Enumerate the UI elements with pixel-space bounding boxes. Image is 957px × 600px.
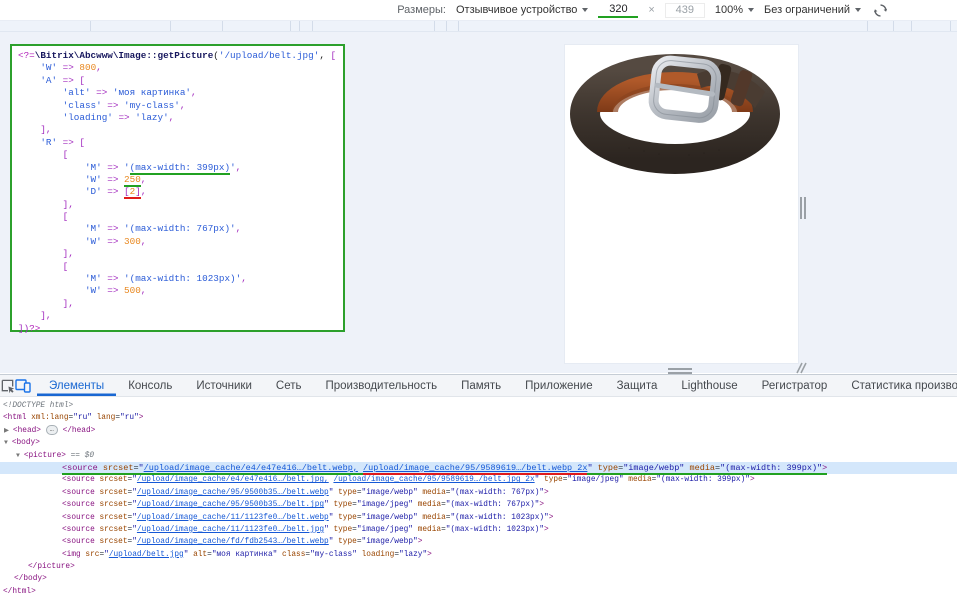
php-code-line: 'alt' => 'моя картинка', xyxy=(62,87,197,99)
php-code-line: 'class' => 'my-class', xyxy=(62,99,186,111)
ruler-divider xyxy=(312,21,313,31)
php-code-line: 'W' => 800, xyxy=(40,62,102,74)
device-type-select[interactable]: Отзывчивое устройство xyxy=(456,4,589,16)
dom-tree-row[interactable]: <source srcset="/upload/image_cache/11/1… xyxy=(0,524,957,536)
dom-tree-row[interactable]: ▶ <head> … </head> xyxy=(0,424,957,437)
tab-label: Приложение xyxy=(525,379,593,392)
devtools-panel: Элементы Консоль Источники Сеть Производител… xyxy=(0,374,957,600)
php-code-line: 'M' => '(max-width: 399px)', xyxy=(84,161,242,175)
tab-performance[interactable]: Производительность xyxy=(313,375,449,396)
chevron-down-icon xyxy=(855,8,861,12)
chevron-down-icon xyxy=(582,8,589,12)
tab-label: Консоль xyxy=(128,379,173,392)
php-code-line: [ xyxy=(62,149,69,161)
tab-lighthouse[interactable]: Lighthouse xyxy=(669,375,749,396)
php-code-line: 'W' => 250, xyxy=(84,173,147,187)
dom-tree-row[interactable]: <!DOCTYPE html> xyxy=(0,400,957,412)
dimensions-times-label: × xyxy=(648,4,655,16)
php-code-line: ], xyxy=(62,248,74,260)
php-code-line: 'loading' => 'lazy', xyxy=(62,111,175,123)
php-code-line: 'M' => '(max-width: 1023px)', xyxy=(84,273,247,285)
dom-tree: <!DOCTYPE html> <html xml:lang="ru" lang=… xyxy=(0,397,957,598)
viewport-height-input[interactable] xyxy=(664,2,705,18)
tab-console[interactable]: Консоль xyxy=(116,375,184,396)
device-emulation-stage: <?=\Bitrix\Abcwww\Image::getPicture('/up… xyxy=(0,32,957,375)
ruler-divider xyxy=(446,21,447,31)
dom-tree-row[interactable]: ▼ <picture> == $0 xyxy=(0,450,957,462)
tab-label: Статистика производительности xyxy=(851,379,957,392)
tab-sources[interactable]: Источники xyxy=(184,375,264,396)
php-code-line: 'A' => [ xyxy=(40,74,85,86)
dom-tree-row[interactable]: </picture> xyxy=(0,561,957,573)
php-code-line: 'M' => '(max-width: 767px)', xyxy=(84,223,242,235)
inspect-element-icon[interactable] xyxy=(0,375,15,396)
device-toolbar: Размеры: Отзывчивое устройство × 100% Бе… xyxy=(0,0,957,20)
ruler-divider xyxy=(222,21,223,31)
ruler-divider xyxy=(434,21,435,31)
dom-tree-row[interactable]: <img src="/upload/belt.jpg" alt="моя кар… xyxy=(0,549,957,561)
tab-performance-stats[interactable]: Статистика производительности xyxy=(839,375,957,396)
ruler-divider xyxy=(290,21,291,31)
dom-tree-row[interactable]: <html xml:lang="ru" lang="ru"> xyxy=(0,412,957,424)
device-toolbar-icon[interactable] xyxy=(15,375,31,396)
tab-network[interactable]: Сеть xyxy=(264,375,314,396)
belt-product-image xyxy=(569,54,780,174)
tab-label: Сеть xyxy=(275,379,302,392)
tab-label: Производительность xyxy=(325,379,438,392)
dom-tree-row[interactable]: <source srcset="/upload/image_cache/fd/f… xyxy=(0,536,957,548)
dimensions-label: Размеры: xyxy=(397,4,446,16)
tab-label: Lighthouse xyxy=(681,379,738,392)
tab-label: Память xyxy=(461,379,502,392)
php-code-line: 'W' => 500, xyxy=(84,285,147,297)
dom-tree-row[interactable]: </html> xyxy=(0,586,957,598)
dom-tree-row[interactable]: <source srcset="/upload/image_cache/e4/e… xyxy=(0,474,957,486)
tab-memory[interactable]: Память xyxy=(449,375,513,396)
php-code-line: ], xyxy=(40,124,52,136)
viewport-resize-handle-right[interactable] xyxy=(800,197,806,219)
php-code-line: ])?> xyxy=(18,322,41,334)
device-viewport[interactable] xyxy=(565,45,798,363)
php-code-line: 'D' => [2], xyxy=(84,186,147,200)
ruler-divider xyxy=(950,21,951,31)
php-code-line: ], xyxy=(62,297,74,309)
php-code-line: ], xyxy=(62,198,74,210)
tab-recorder[interactable]: Регистратор xyxy=(750,375,840,396)
ruler-divider xyxy=(458,21,459,31)
ruler-divider xyxy=(299,21,300,31)
ruler-divider xyxy=(170,21,171,31)
tab-application[interactable]: Приложение xyxy=(513,375,604,396)
ruler-strip xyxy=(0,20,957,32)
devtools-tabbar: Элементы Консоль Источники Сеть Производител… xyxy=(0,375,957,397)
php-code-line: 'R' => [ xyxy=(40,136,85,148)
ruler-divider xyxy=(90,21,91,31)
php-code-line: <?=\Bitrix\Abcwww\Image::getPicture('/up… xyxy=(18,50,337,61)
viewport-width-input[interactable] xyxy=(598,2,639,18)
dom-tree-row[interactable]: <source srcset="/upload/image_cache/95/9… xyxy=(0,499,957,511)
dom-tree-row[interactable]: </body> xyxy=(0,573,957,585)
php-code-line: [ xyxy=(62,211,69,223)
tab-label: Регистратор xyxy=(761,379,828,392)
tab-elements[interactable]: Элементы xyxy=(37,375,116,396)
tab-label: Элементы xyxy=(49,379,105,392)
php-code-line: ], xyxy=(40,310,52,322)
dom-tree-row[interactable]: ▼ <body> xyxy=(0,437,957,449)
tab-security[interactable]: Защита xyxy=(605,375,670,396)
chevron-down-icon xyxy=(748,8,754,12)
dom-tree-row[interactable]: <source srcset="/upload/image_cache/11/1… xyxy=(0,512,957,524)
tab-label: Защита xyxy=(616,379,658,392)
php-code-line: [ xyxy=(62,260,69,272)
ruler-divider xyxy=(893,21,894,31)
devtools-window: { "colors": { "annotation_green": "#21a1… xyxy=(0,0,957,600)
tab-label: Источники xyxy=(196,379,252,392)
zoom-select[interactable]: 100% xyxy=(715,4,754,16)
ruler-divider xyxy=(911,21,912,31)
viewport-resize-handle-corner[interactable] xyxy=(791,361,807,375)
dom-tree-row[interactable]: <source srcset="/upload/image_cache/e4/e… xyxy=(0,461,957,475)
throttling-select[interactable]: Без ограничений xyxy=(764,4,861,16)
php-code-snippet: <?=\Bitrix\Abcwww\Image::getPicture('/up… xyxy=(10,44,345,334)
dom-tree-row[interactable]: <source srcset="/upload/image_cache/95/9… xyxy=(0,487,957,499)
ruler-divider xyxy=(867,21,868,31)
rotate-icon[interactable] xyxy=(871,1,889,19)
php-code-line: 'W' => 300, xyxy=(84,235,147,247)
